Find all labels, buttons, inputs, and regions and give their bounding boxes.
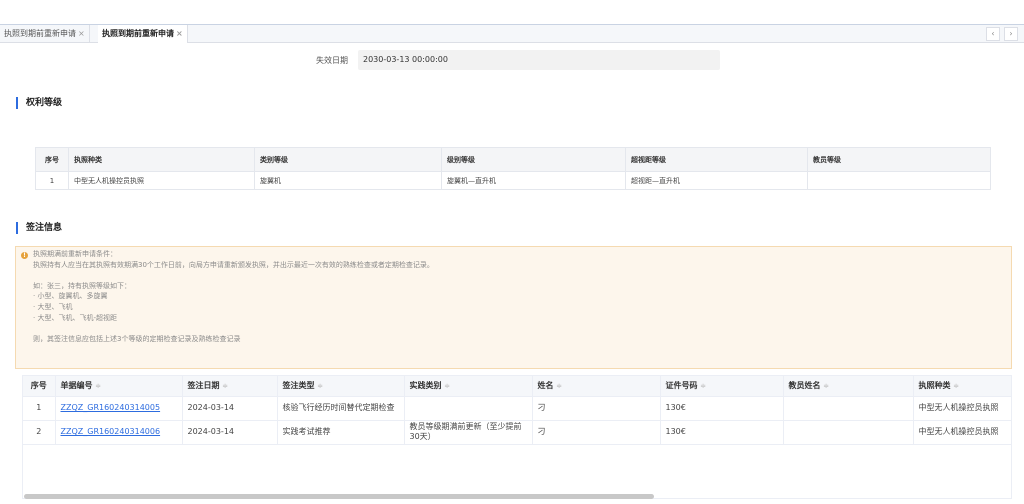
table-cell: 刁	[532, 420, 661, 445]
table-cell: 实践考试推荐	[277, 420, 405, 445]
table-cell: ZZQZ_GR160240314005	[55, 396, 183, 421]
table-cell: 中型无人机操控员执照	[913, 396, 1011, 421]
sort-icon[interactable]: ≑	[700, 382, 706, 390]
rights-table: 序号 执照种类 类别等级 级别等级 超视距等级 教员等级 1 中型无人机操控员执…	[35, 147, 991, 190]
column-header[interactable]: 教员姓名 ≑	[783, 376, 914, 397]
table-cell: 130€	[660, 420, 784, 445]
sort-icon[interactable]: ≑	[317, 382, 323, 390]
sort-icon[interactable]: ≑	[222, 382, 228, 390]
table-cell: ZZQZ_GR160240314006	[55, 420, 183, 445]
tab-license-renewal-2[interactable]: 执照到期前重新申请 ×	[98, 25, 188, 43]
tab-prev-button[interactable]: ‹	[986, 27, 1000, 41]
document-number-link[interactable]: ZZQZ_GR160240314005	[61, 403, 161, 412]
table-header-row: 序号 执照种类 类别等级 级别等级 超视距等级 教员等级	[35, 147, 991, 172]
column-header: 超视距等级	[625, 147, 808, 172]
table-cell: 超视距—直升机	[625, 171, 808, 190]
notice-line: 执照期满前重新申请条件：	[33, 250, 117, 258]
table-cell: 1	[23, 396, 56, 421]
notice-line: · 大型、飞机	[33, 302, 73, 311]
column-header: 执照种类	[68, 147, 255, 172]
table-cell	[807, 171, 991, 190]
column-header: 教员等级	[807, 147, 991, 172]
notice-line: 执照持有人应当在其执照有效期满30个工作日前，向局方申请重新颁发执照，并出示最近…	[33, 260, 434, 269]
expire-date-field: 2030-03-13 00:00:00	[358, 50, 720, 70]
column-header[interactable]: 单据编号 ≑	[55, 376, 183, 397]
table-header-row: 序号 单据编号 ≑ 签注日期 ≑ 签注类型 ≑ 实践类别 ≑ 姓名 ≑ 证件号码…	[23, 376, 1011, 397]
table-cell: 2024-03-14	[182, 420, 278, 445]
table-cell	[783, 420, 914, 445]
endorse-table: 序号 单据编号 ≑ 签注日期 ≑ 签注类型 ≑ 实践类别 ≑ 姓名 ≑ 证件号码…	[23, 376, 1011, 445]
rights-section-title: 权利等级	[16, 97, 62, 109]
column-header[interactable]: 实践类别 ≑	[404, 376, 533, 397]
notice-spacer	[22, 323, 1005, 334]
notice-spacer	[22, 270, 1005, 281]
tab-label: 执照到期前重新申请	[4, 29, 76, 38]
sort-icon[interactable]: ≑	[556, 382, 562, 390]
notice-line: 如：张三，持有执照等级如下：	[33, 281, 131, 290]
tab-next-button[interactable]: ›	[1004, 27, 1018, 41]
table-cell: 旋翼机—直升机	[441, 171, 626, 190]
notice-line: 则，其签注信息应包括上述3个等级的定期检查记录及熟练检查记录	[33, 334, 241, 343]
column-header: 序号	[35, 147, 69, 172]
table-cell: 1	[35, 171, 69, 190]
column-header: 序号	[23, 376, 56, 397]
close-icon[interactable]: ×	[78, 29, 85, 38]
table-cell: 教员等级期满前更新（至少提前30天）	[404, 420, 533, 445]
table-row: 1 中型无人机操控员执照 旋翼机 旋翼机—直升机 超视距—直升机	[35, 171, 991, 190]
column-header[interactable]: 签注日期 ≑	[182, 376, 278, 397]
table-cell	[783, 396, 914, 421]
endorse-section-title: 签注信息	[16, 222, 62, 234]
close-icon[interactable]: ×	[176, 29, 183, 38]
table-cell: 130€	[660, 396, 784, 421]
notice-line: · 大型、飞机、飞机-超视距	[33, 313, 117, 322]
table-cell: 中型无人机操控员执照	[68, 171, 255, 190]
table-cell	[404, 396, 533, 421]
tab-bar: 执照到期前重新申请 × 执照到期前重新申请 × ‹ ›	[0, 24, 1024, 43]
table-row: 2 ZZQZ_GR160240314006 2024-03-14 实践考试推荐 …	[23, 420, 1011, 445]
table-cell: 核验飞行经历时间替代定期检查	[277, 396, 405, 421]
column-header[interactable]: 签注类型 ≑	[277, 376, 405, 397]
column-header: 级别等级	[441, 147, 626, 172]
tab-label: 执照到期前重新申请	[102, 29, 174, 38]
table-cell: 刁	[532, 396, 661, 421]
column-header[interactable]: 执照种类 ≑	[913, 376, 1011, 397]
tab-license-renewal-1[interactable]: 执照到期前重新申请 ×	[0, 25, 90, 43]
horizontal-scrollbar[interactable]	[24, 494, 654, 499]
expire-date-label: 失效日期	[316, 56, 348, 65]
column-header: 类别等级	[254, 147, 442, 172]
column-header[interactable]: 证件号码 ≑	[660, 376, 784, 397]
sort-icon[interactable]: ≑	[444, 382, 450, 390]
document-number-link[interactable]: ZZQZ_GR160240314006	[61, 427, 161, 436]
sort-icon[interactable]: ≑	[823, 382, 829, 390]
table-cell: 中型无人机操控员执照	[913, 420, 1011, 445]
table-row: 1 ZZQZ_GR160240314005 2024-03-14 核验飞行经历时…	[23, 396, 1011, 421]
warning-icon: !	[21, 252, 28, 259]
sort-icon[interactable]: ≑	[95, 382, 101, 390]
endorse-notice: ! 执照期满前重新申请条件： 执照持有人应当在其执照有效期满30个工作日前，向局…	[15, 246, 1012, 369]
notice-line: · 小型、旋翼机、多旋翼	[33, 292, 108, 301]
column-header[interactable]: 姓名 ≑	[532, 376, 661, 397]
endorse-table-container[interactable]: 序号 单据编号 ≑ 签注日期 ≑ 签注类型 ≑ 实践类别 ≑ 姓名 ≑ 证件号码…	[22, 375, 1012, 499]
table-cell: 2	[23, 420, 56, 445]
table-cell: 旋翼机	[254, 171, 442, 190]
table-cell: 2024-03-14	[182, 396, 278, 421]
sort-icon[interactable]: ≑	[953, 382, 959, 390]
